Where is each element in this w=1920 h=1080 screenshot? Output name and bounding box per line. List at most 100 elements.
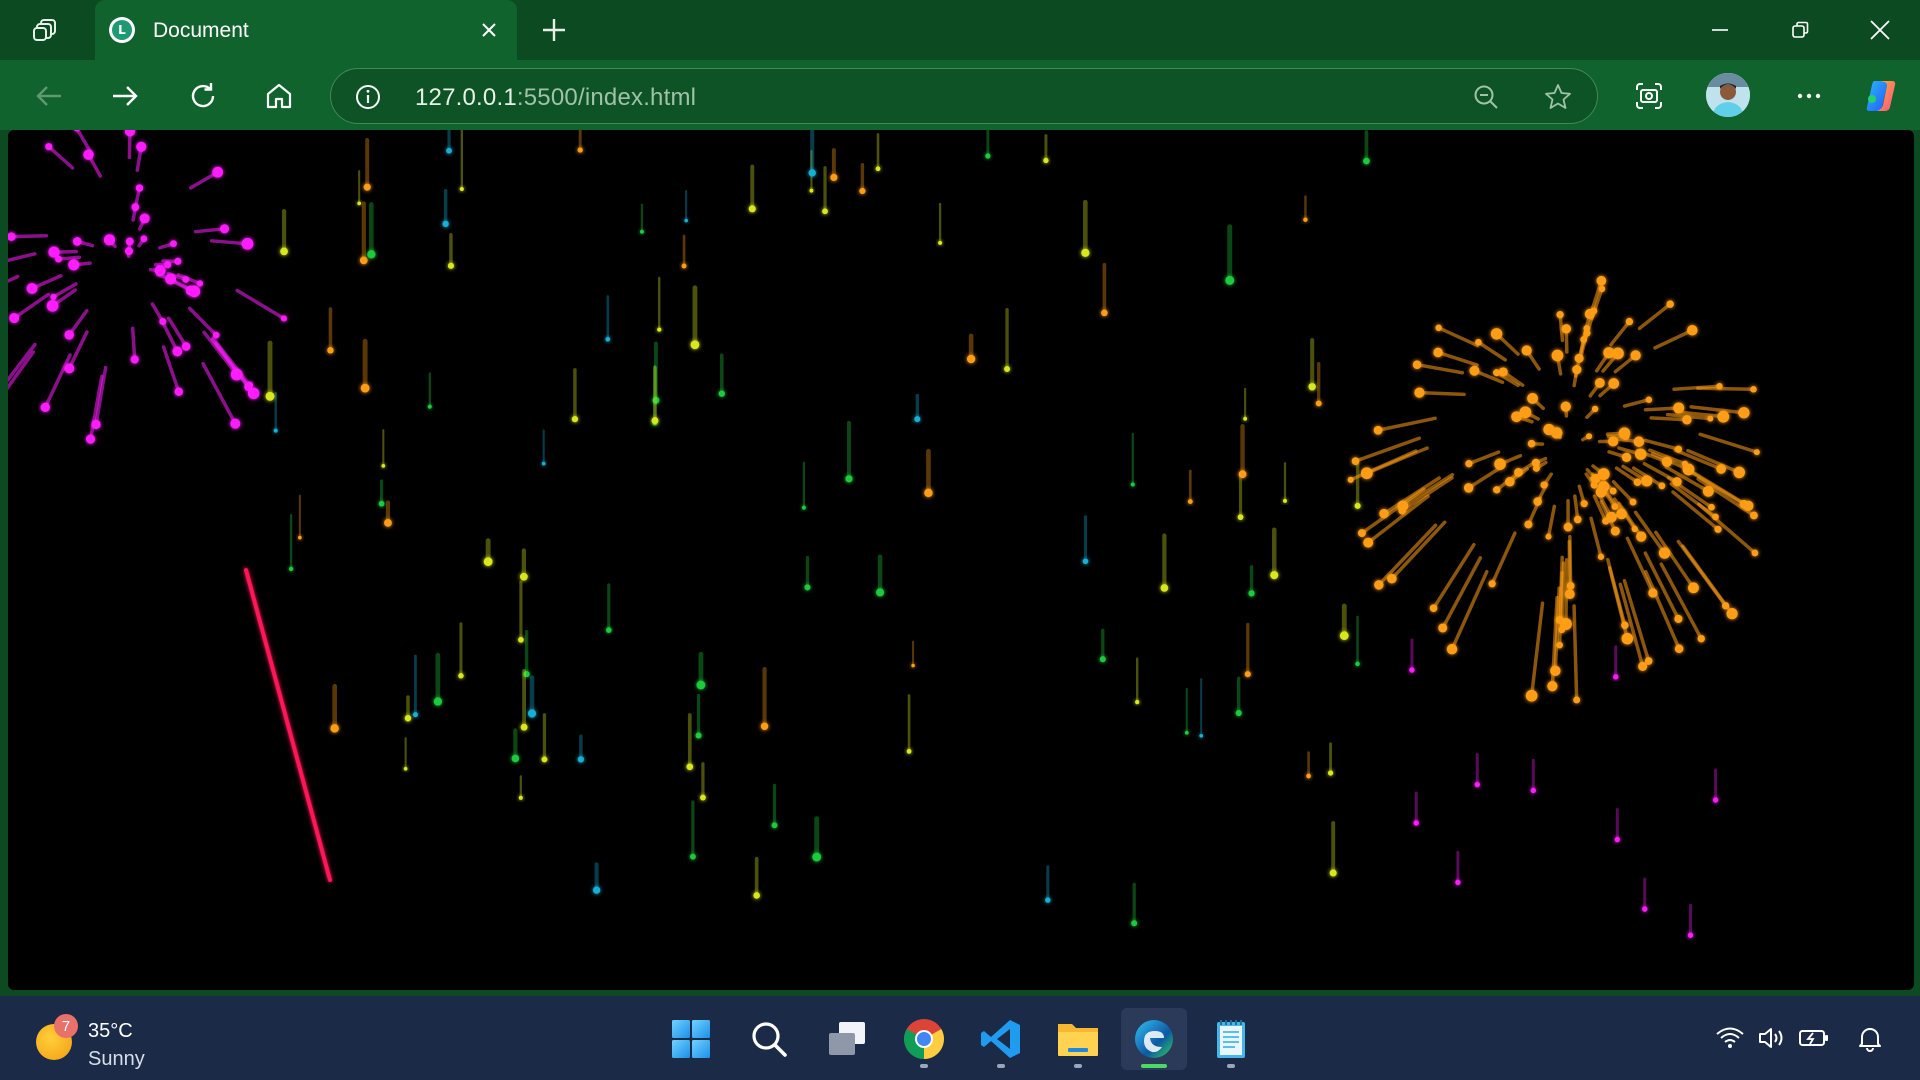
falling-spark	[801, 461, 806, 510]
falling-spark	[459, 130, 464, 192]
refresh-icon[interactable]	[182, 75, 224, 117]
falling-spark	[1237, 471, 1244, 521]
more-icon[interactable]	[1788, 75, 1830, 117]
favorite-star-icon[interactable]	[1543, 82, 1573, 112]
falling-spark	[812, 816, 822, 862]
minimize-icon[interactable]	[1680, 0, 1760, 60]
falling-spark	[686, 713, 694, 771]
tab-document[interactable]: L Document	[95, 0, 517, 60]
falling-spark	[1248, 565, 1255, 597]
falling-spark	[359, 201, 368, 265]
rocket-trail	[244, 568, 332, 882]
url-host: 127.0.0.1	[415, 84, 517, 111]
falling-spark	[1282, 462, 1288, 503]
fireworks-canvas[interactable]	[8, 130, 1914, 990]
browser-toolbar: 127.0.0.1:5500/index.html	[0, 60, 1920, 130]
falling-spark	[700, 762, 706, 801]
address-bar[interactable]: 127.0.0.1:5500/index.html	[330, 68, 1598, 124]
falling-spark	[571, 368, 579, 423]
taskbar: 7 35°C Sunny	[0, 996, 1920, 1080]
falling-spark	[1303, 195, 1308, 222]
copilot-icon[interactable]	[1860, 75, 1902, 117]
falling-spark	[639, 203, 644, 234]
file-explorer-icon[interactable]	[1045, 1008, 1111, 1070]
falling-spark	[357, 170, 362, 206]
falling-spark	[681, 234, 687, 269]
title-bar: L Document	[0, 0, 1920, 60]
forward-arrow-icon[interactable]	[104, 75, 146, 117]
falling-spark	[298, 494, 302, 540]
falling-spark	[605, 583, 612, 633]
orange-firework-burst	[1347, 275, 1760, 704]
screenshot-icon[interactable]	[1628, 75, 1670, 117]
chrome-running-indicator	[920, 1064, 928, 1068]
falling-spark	[330, 683, 339, 733]
falling-spark	[657, 276, 662, 332]
magenta-firework-burst	[8, 130, 288, 444]
notification-bell-icon[interactable]	[1854, 1022, 1886, 1054]
falling-spark	[822, 166, 828, 215]
falling-spark	[690, 285, 700, 350]
profile-avatar[interactable]	[1706, 73, 1750, 117]
falling-spark	[985, 130, 991, 159]
falling-spark	[1363, 130, 1370, 165]
falling-spark	[938, 202, 943, 245]
falling-spark	[381, 429, 386, 468]
falling-spark	[804, 555, 811, 591]
url-text[interactable]: 127.0.0.1:5500/index.html	[415, 84, 696, 112]
falling-spark	[1354, 460, 1361, 509]
falling-spark	[830, 148, 838, 182]
falling-spark	[527, 675, 537, 718]
notepad-icon[interactable]	[1198, 1008, 1264, 1070]
search-icon[interactable]	[736, 1008, 802, 1070]
weather-widget[interactable]: 7 35°C Sunny	[30, 1006, 170, 1070]
falling-spark	[1081, 199, 1090, 257]
workspaces-icon[interactable]	[22, 12, 70, 48]
zoom-out-icon[interactable]	[1471, 82, 1501, 112]
falling-spark	[605, 295, 611, 342]
falling-spark	[1199, 678, 1204, 738]
vscode-running-indicator	[997, 1064, 1005, 1068]
wifi-icon[interactable]	[1714, 1022, 1746, 1054]
falling-spark	[265, 340, 275, 401]
back-arrow-icon[interactable]	[28, 75, 70, 117]
falling-spark	[1315, 361, 1322, 407]
battery-icon[interactable]	[1798, 1022, 1830, 1054]
home-icon[interactable]	[258, 75, 300, 117]
tab-title: Document	[153, 19, 249, 42]
falling-spark	[1642, 877, 1648, 912]
falling-spark	[384, 500, 392, 527]
weather-badge: 7	[54, 1014, 78, 1038]
falling-spark	[924, 448, 933, 498]
close-window-icon[interactable]	[1840, 0, 1920, 60]
falling-spark	[520, 668, 528, 731]
falling-spark	[1184, 687, 1189, 735]
falling-spark	[1235, 676, 1242, 717]
falling-spark	[1474, 753, 1480, 788]
chrome-icon[interactable]	[891, 1008, 957, 1070]
site-info-icon[interactable]	[353, 82, 383, 112]
falling-spark	[360, 338, 370, 393]
new-tab-icon[interactable]	[536, 12, 572, 48]
falling-spark	[718, 353, 725, 397]
falling-spark	[689, 800, 696, 860]
falling-spark	[442, 189, 449, 228]
falling-spark	[1045, 865, 1051, 903]
falling-spark	[845, 420, 853, 483]
falling-spark	[1712, 768, 1719, 803]
falling-spark	[433, 652, 443, 706]
falling-spark	[1187, 469, 1193, 505]
windows-start-icon[interactable]	[658, 1008, 724, 1070]
restore-icon[interactable]	[1760, 0, 1840, 60]
falling-spark	[1530, 758, 1537, 794]
task-view-icon[interactable]	[814, 1008, 880, 1070]
vscode-icon[interactable]	[968, 1008, 1034, 1070]
volume-icon[interactable]	[1756, 1022, 1788, 1054]
falling-spark	[518, 580, 524, 643]
edge-active-indicator	[1141, 1064, 1167, 1068]
falling-spark	[1355, 615, 1360, 667]
falling-spark	[518, 775, 523, 800]
tab-close-icon[interactable]	[475, 16, 503, 44]
favicon-letter: L	[112, 20, 132, 40]
edge-icon[interactable]	[1121, 1008, 1187, 1070]
